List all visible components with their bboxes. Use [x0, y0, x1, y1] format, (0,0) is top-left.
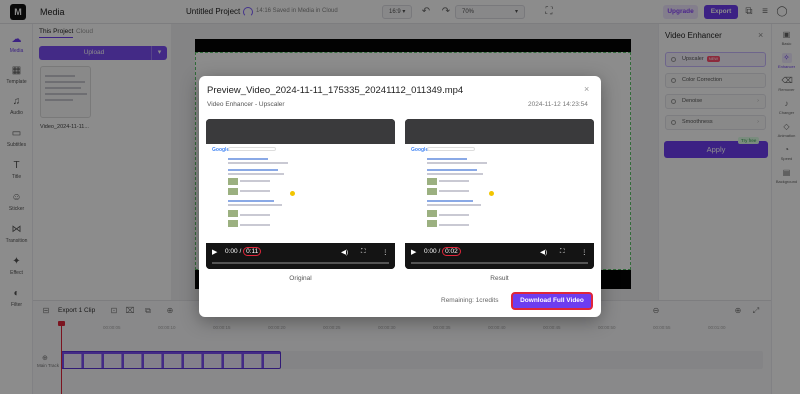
modal-subtitle: Video Enhancer - Upscaler [207, 101, 285, 108]
result-video[interactable]: Google ▶ 0:00 / 0:02 ◀) ⛶ ⋮ [405, 119, 594, 269]
preview-modal: Preview_Video_2024-11-11_175335_20241112… [199, 76, 601, 317]
cursor-highlight [489, 191, 494, 196]
google-logo: Google [212, 147, 230, 153]
fullscreen-icon[interactable]: ⛶ [361, 248, 366, 256]
close-icon[interactable]: × [584, 84, 589, 94]
current-time: 0:00 [225, 248, 238, 255]
progress-bar[interactable] [212, 262, 389, 264]
cursor-highlight [290, 191, 295, 196]
video-time: 0:00 / 0:02 [424, 247, 461, 256]
video-duration: 0:02 [442, 247, 461, 256]
video-duration: 0:11 [243, 247, 262, 256]
more-icon[interactable]: ⋮ [581, 248, 588, 256]
modal-title: Preview_Video_2024-11-11_175335_20241112… [207, 85, 464, 96]
volume-icon[interactable]: ◀) [341, 248, 348, 256]
remaining-credits: Remaining: 1credits [441, 297, 499, 304]
more-icon[interactable]: ⋮ [382, 248, 389, 256]
result-caption: Result [490, 275, 509, 282]
current-time: 0:00 [424, 248, 437, 255]
play-icon[interactable]: ▶ [212, 248, 217, 256]
video-controls: ▶ 0:00 / 0:11 ◀) ⛶ ⋮ [206, 243, 395, 269]
video-controls: ▶ 0:00 / 0:02 ◀) ⛶ ⋮ [405, 243, 594, 269]
modal-timestamp: 2024-11-12 14:23:54 [528, 101, 588, 108]
download-full-video-button[interactable]: Download Full Video [511, 292, 593, 310]
original-caption: Original [289, 275, 312, 282]
video-time: 0:00 / 0:11 [225, 247, 262, 256]
video-frame: Google [206, 144, 395, 243]
google-logo: Google [411, 147, 429, 153]
play-icon[interactable]: ▶ [411, 248, 416, 256]
original-video[interactable]: Google ▶ 0:00 / 0:11 ◀) ⛶ ⋮ [206, 119, 395, 269]
progress-bar[interactable] [411, 262, 588, 264]
fullscreen-icon[interactable]: ⛶ [560, 248, 565, 256]
volume-icon[interactable]: ◀) [540, 248, 547, 256]
video-frame: Google [405, 144, 594, 243]
